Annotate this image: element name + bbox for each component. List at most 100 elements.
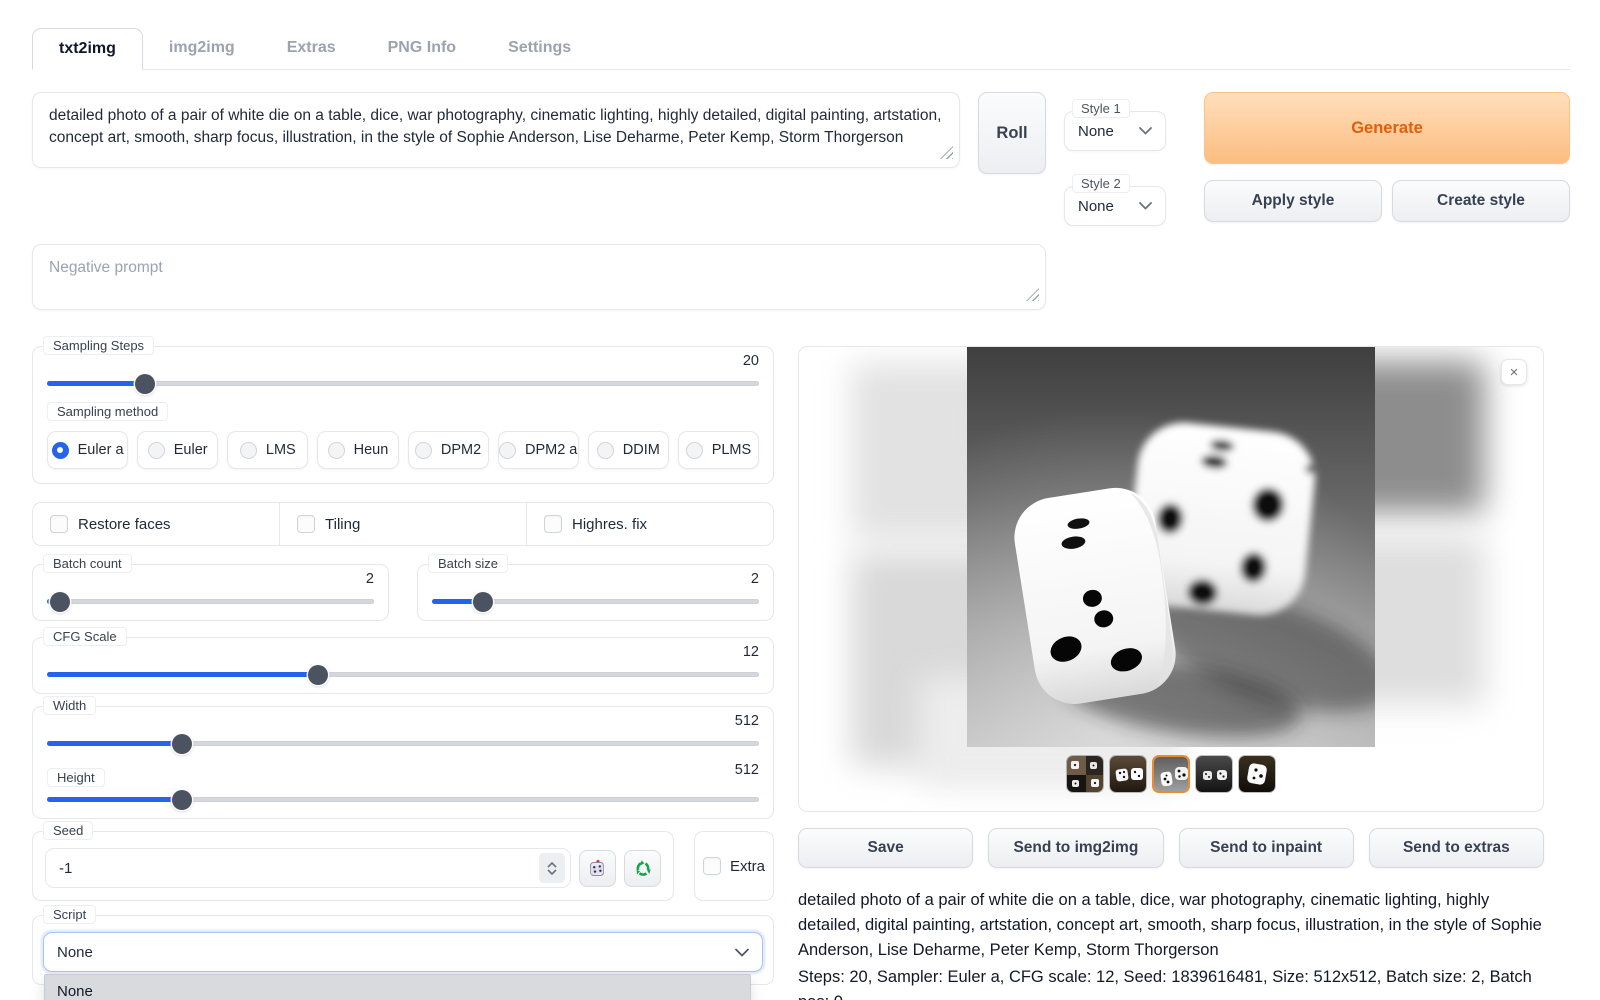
cfg-scale-label: CFG Scale [43,627,127,646]
image-gallery: × [798,346,1544,812]
style2-label: Style 2 [1072,174,1130,193]
batch-size-group: Batch size 2 [417,564,774,621]
tab-extras[interactable]: Extras [261,28,362,69]
tab-img2img[interactable]: img2img [143,28,261,69]
save-button[interactable]: Save [798,828,973,868]
script-value: None [57,944,93,961]
gallery-thumbnail-2[interactable] [1109,755,1147,793]
close-icon[interactable]: × [1501,359,1527,385]
batch-size-value: 2 [751,571,759,587]
reuse-seed-button[interactable] [624,850,661,887]
sampling-steps-slider[interactable] [47,381,759,386]
script-dropdown-menu: None Prompts from file or textbox Prompt… [44,974,751,1000]
sampling-steps-label: Sampling Steps [43,336,154,355]
highres-fix-option[interactable]: Highres. fix [526,503,773,545]
chevron-down-icon [1139,202,1152,210]
chevron-down-icon [735,948,749,957]
radio-dpm2-a[interactable]: DPM2 a [498,431,579,469]
thumbnail-strip [1066,755,1276,793]
seed-stepper[interactable] [539,853,565,883]
width-label: Width [43,696,96,715]
batch-count-label: Batch count [43,554,132,573]
generation-params: Steps: 20, Sampler: Euler a, CFG scale: … [798,965,1544,1000]
style1-label: Style 1 [1072,99,1130,118]
generate-column: Generate Apply style Create style [1204,92,1570,222]
gallery-thumbnail-5[interactable] [1238,755,1276,793]
random-seed-button[interactable] [579,850,616,887]
seed-group: Seed [32,831,674,901]
radio-icon [415,442,432,459]
height-value: 512 [735,762,759,778]
height-slider[interactable] [47,797,759,802]
height-label: Height [47,768,105,787]
radio-euler[interactable]: Euler [137,431,218,469]
cfg-scale-group: CFG Scale 12 [32,637,774,694]
checkbox-icon[interactable] [544,515,562,533]
batch-count-group: Batch count 2 [32,564,389,621]
recycle-icon [632,857,654,879]
negative-prompt-input[interactable] [32,244,1046,310]
tiling-option[interactable]: Tiling [279,503,526,545]
radio-ddim[interactable]: DDIM [588,431,669,469]
prompt-input[interactable]: detailed photo of a pair of white die on… [32,92,960,168]
sampling-method-label: Sampling method [47,402,168,421]
gallery-thumbnail-1[interactable] [1066,755,1104,793]
send-to-img2img-button[interactable]: Send to img2img [988,828,1163,868]
settings-panel: Sampling Steps 20 Sampling method Euler … [32,346,774,1000]
width-slider[interactable] [47,741,759,746]
radio-icon [148,442,165,459]
radio-heun[interactable]: Heun [317,431,398,469]
style2-group: Style 2 None [1064,167,1186,226]
send-to-inpaint-button[interactable]: Send to inpaint [1179,828,1354,868]
txt2img-page: txt2img img2img Extras PNG Info Settings… [0,0,1600,1000]
menu-item-none[interactable]: None [45,975,750,1000]
tab-png-info[interactable]: PNG Info [362,28,482,69]
send-to-extras-button[interactable]: Send to extras [1369,828,1544,868]
radio-dpm2[interactable]: DPM2 [408,431,489,469]
checkbox-icon[interactable] [297,515,315,533]
generation-prompt-text: detailed photo of a pair of white die on… [798,888,1544,963]
roll-button[interactable]: Roll [978,92,1046,174]
generate-button[interactable]: Generate [1204,92,1570,164]
style2-value: None [1078,198,1114,215]
prompt-wrap: detailed photo of a pair of white die on… [32,92,960,168]
toggle-group: Restore faces Tiling Highres. fix [32,502,774,546]
apply-style-button[interactable]: Apply style [1204,180,1382,222]
tab-settings[interactable]: Settings [482,28,597,69]
batch-size-slider[interactable] [432,599,759,604]
radio-lms[interactable]: LMS [227,431,308,469]
sampling-steps-value: 20 [743,353,759,369]
checkbox-icon[interactable] [703,857,721,875]
gallery-thumbnail-4[interactable] [1195,755,1233,793]
seed-input[interactable] [45,848,571,888]
checkbox-icon[interactable] [50,515,68,533]
extra-seed-option[interactable]: Extra [694,831,774,901]
script-select[interactable]: None [43,932,763,972]
style1-value: None [1078,123,1114,140]
prompt-section: detailed photo of a pair of white die on… [32,92,1570,310]
script-label: Script [43,905,96,924]
script-group: Script None None Prompts from file or te… [32,915,774,985]
create-style-button[interactable]: Create style [1392,180,1570,222]
extra-label: Extra [730,858,765,875]
restore-faces-option[interactable]: Restore faces [33,503,279,545]
chevron-up-icon [547,862,557,868]
negative-prompt-wrap [32,244,1046,310]
radio-plms[interactable]: PLMS [678,431,759,469]
gallery-thumbnail-3-selected[interactable] [1152,755,1190,793]
cfg-scale-slider[interactable] [47,672,759,677]
batch-size-label: Batch size [428,554,508,573]
radio-icon [240,442,257,459]
sampling-group: Sampling Steps 20 Sampling method Euler … [32,346,774,484]
radio-icon [499,442,516,459]
seed-label: Seed [43,821,93,840]
style1-group: Style 1 None Style 2 None [1064,92,1186,226]
radio-euler-a[interactable]: Euler a [47,431,128,469]
radio-icon [686,442,703,459]
batch-count-slider[interactable] [47,599,374,604]
gallery-actions: Save Send to img2img Send to inpaint Sen… [798,828,1544,868]
width-value: 512 [735,713,759,729]
generated-image[interactable] [967,347,1375,747]
tab-txt2img[interactable]: txt2img [32,28,143,70]
sampling-method-options: Euler a Euler LMS Heun DPM2 DPM2 a DDIM … [47,431,759,469]
